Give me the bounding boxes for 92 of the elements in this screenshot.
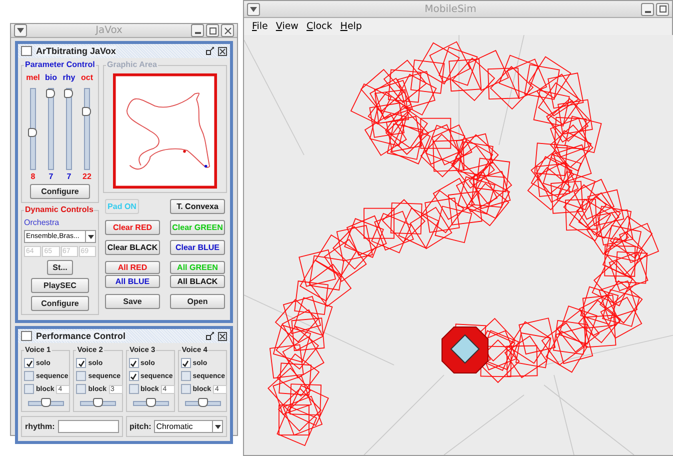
slider-label: mel	[26, 73, 40, 82]
menu-item[interactable]: View	[276, 21, 298, 32]
clear-button[interactable]: Clear BLUE	[170, 240, 225, 255]
control-button[interactable]: PlaySEC	[31, 278, 89, 293]
group-title: Parameter Control	[24, 60, 96, 69]
horizontal-slider[interactable]	[184, 401, 221, 406]
vertical-slider[interactable]	[84, 88, 90, 170]
checkbox[interactable]	[24, 358, 34, 368]
rhythm-field[interactable]	[58, 420, 118, 433]
caret-icon	[88, 234, 94, 238]
frame-icon	[21, 331, 32, 341]
maximize-button[interactable]	[206, 24, 219, 37]
fill-button[interactable]: All BLACK	[170, 275, 225, 288]
checkbox[interactable]	[128, 384, 138, 394]
vertical-slider[interactable]	[48, 88, 54, 170]
checkbox[interactable]	[128, 358, 138, 368]
rhythm-label: rhythm:	[25, 422, 55, 431]
clear-button[interactable]: Clear BLACK	[105, 240, 160, 255]
configure-button[interactable]: Configure	[30, 184, 90, 199]
slider-thumb[interactable]	[198, 398, 208, 407]
pitch-dropdown[interactable]: Chromatic	[154, 420, 223, 433]
caret-icon	[250, 6, 257, 12]
slider-label: oct	[81, 73, 93, 82]
checkbox[interactable]	[24, 371, 34, 381]
window-menu-button[interactable]	[247, 2, 260, 16]
file-button[interactable]: Open	[170, 294, 225, 309]
close-button[interactable]	[221, 24, 234, 37]
control-button[interactable]: Configure	[31, 296, 89, 311]
minimize-icon	[644, 10, 650, 12]
restore-icon[interactable]	[206, 47, 214, 55]
caret-icon	[17, 28, 24, 33]
checkbox[interactable]	[76, 371, 86, 381]
menu-item[interactable]: Help	[340, 21, 362, 32]
group-title: Dynamic Controls	[24, 205, 94, 214]
window-title: JaVox	[94, 25, 124, 36]
slider-value: 7	[48, 172, 54, 181]
slider-value: 8	[30, 172, 36, 181]
slider-label: rhy	[62, 73, 76, 82]
maximize-icon	[658, 5, 666, 13]
clear-button[interactable]: Clear RED	[105, 220, 160, 235]
vertical-slider[interactable]	[66, 88, 72, 170]
horizontal-slider[interactable]	[28, 401, 64, 406]
checkbox[interactable]	[24, 384, 34, 394]
close-icon[interactable]	[218, 46, 227, 56]
fill-button[interactable]: All RED	[105, 261, 160, 274]
slider-thumb[interactable]	[82, 106, 91, 116]
vertical-slider[interactable]	[30, 88, 36, 170]
slider-label: bio	[45, 73, 57, 82]
menu-item[interactable]: File	[252, 21, 268, 32]
minimize-icon	[194, 32, 200, 34]
close-icon[interactable]	[218, 332, 227, 340]
menu-item[interactable]: Clock	[306, 21, 332, 32]
window-menu-button[interactable]	[14, 24, 27, 37]
minimize-button[interactable]	[641, 2, 654, 16]
window-title: MobileSim	[424, 4, 478, 14]
minimize-button[interactable]	[191, 24, 204, 37]
checkmark-icon	[78, 360, 85, 366]
slider-thumb[interactable]	[41, 398, 51, 407]
frame-icon	[21, 46, 32, 56]
checkbox[interactable]	[128, 371, 138, 381]
checkmark-icon	[182, 360, 190, 366]
checkmark-icon	[26, 360, 32, 366]
close-icon	[224, 26, 232, 34]
maximize-button[interactable]	[656, 2, 669, 16]
checkbox[interactable]	[180, 371, 191, 381]
slider-thumb[interactable]	[64, 89, 73, 98]
frame-title: Performance Control	[36, 331, 126, 341]
slider-thumb[interactable]	[146, 398, 156, 407]
horizontal-slider[interactable]	[80, 401, 116, 406]
slider-thumb[interactable]	[46, 89, 55, 98]
file-button[interactable]: Save	[105, 294, 160, 309]
maximize-icon	[208, 26, 216, 34]
frame-title: ArTbitrating JaVox	[36, 46, 116, 56]
pitch-label: pitch:	[130, 422, 152, 431]
restore-icon[interactable]	[206, 332, 214, 340]
control-button[interactable]: St...	[47, 260, 73, 275]
slider-value: 22	[82, 172, 92, 181]
checkbox[interactable]	[180, 384, 191, 394]
drawing-pad[interactable]	[113, 73, 217, 189]
slider-thumb[interactable]	[93, 398, 104, 407]
robot-drawing	[442, 326, 488, 374]
horizontal-slider[interactable]	[132, 401, 168, 406]
slider-value: 7	[66, 172, 72, 181]
fill-button[interactable]: All BLUE	[105, 275, 160, 288]
slider-thumb[interactable]	[28, 128, 37, 138]
group-title: Graphic Area	[106, 60, 158, 69]
pad-button[interactable]: T. Convexa	[170, 199, 225, 214]
checkbox[interactable]	[180, 358, 191, 368]
checkbox[interactable]	[76, 358, 86, 368]
checkbox[interactable]	[76, 384, 86, 394]
orchestra-label: Orchestra	[24, 218, 60, 227]
caret-icon	[214, 424, 220, 428]
